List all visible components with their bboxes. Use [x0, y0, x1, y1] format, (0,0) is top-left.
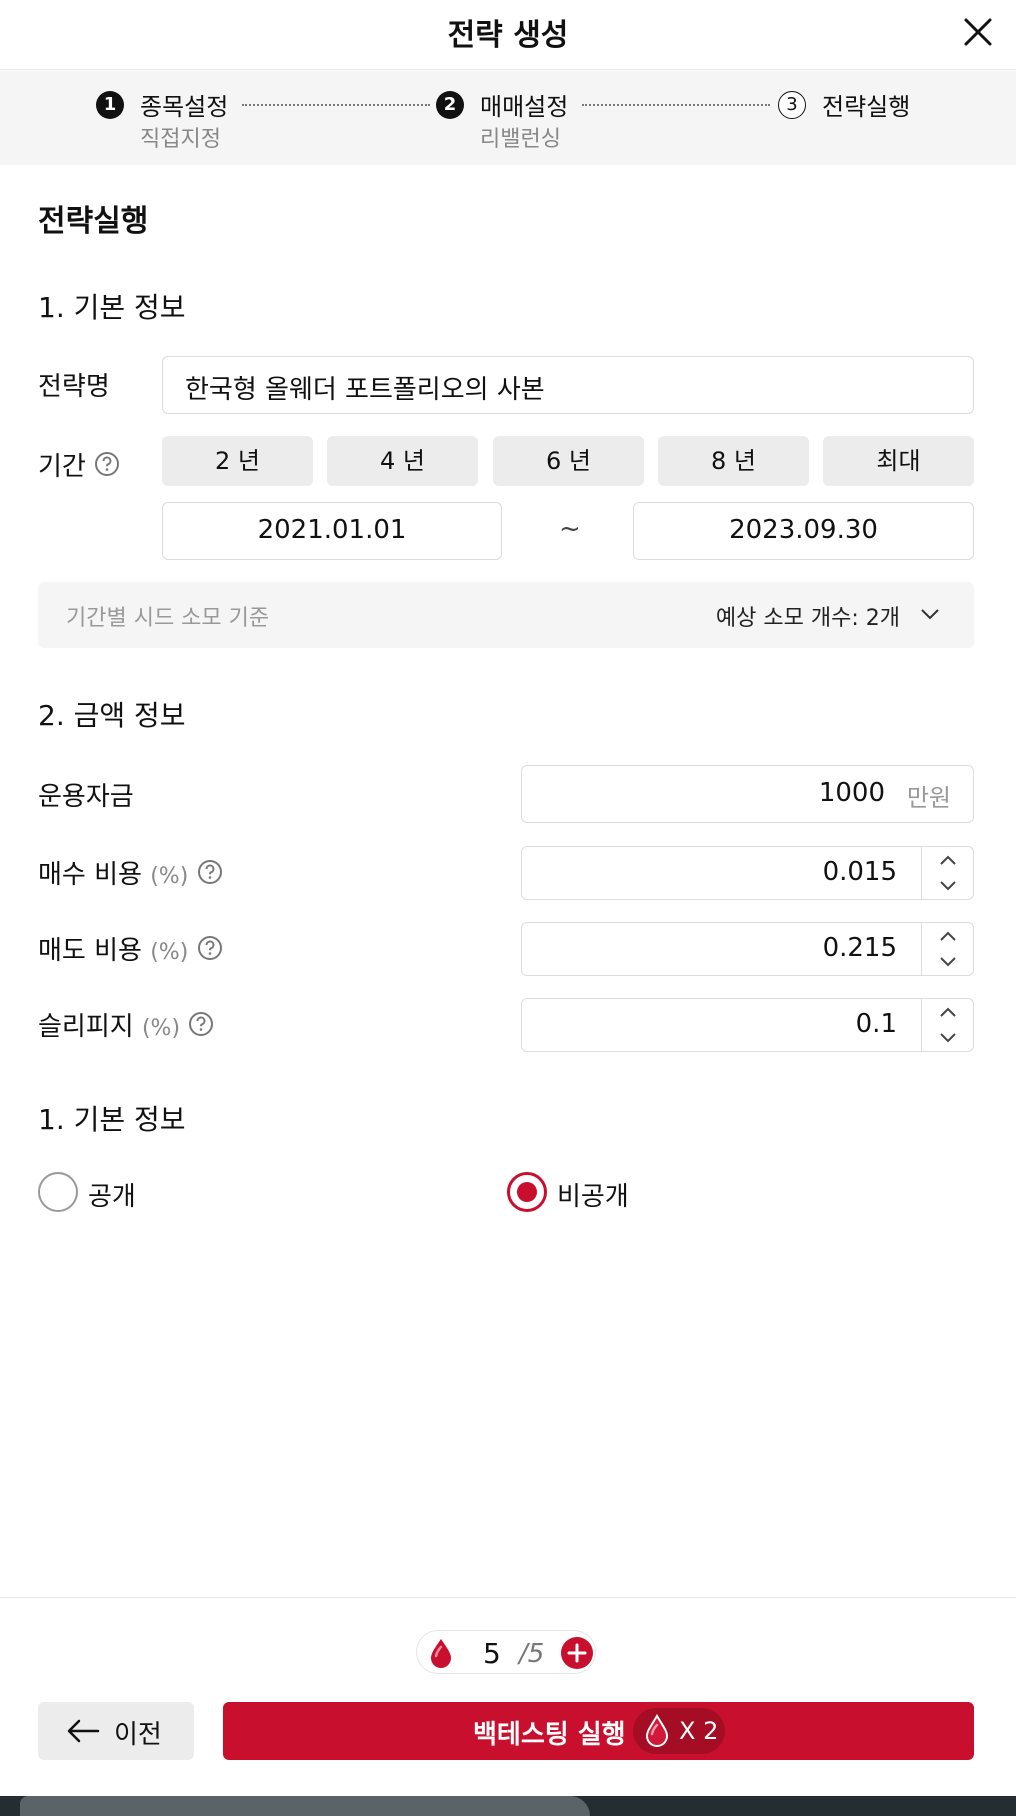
period-2y-button[interactable]: 2 년 — [162, 436, 313, 486]
percent-unit: (%) — [150, 864, 189, 889]
background-shape — [20, 1796, 590, 1816]
step-label: 매매설정 — [480, 93, 569, 121]
arrow-left-icon — [66, 1718, 100, 1748]
capital-unit: 만원 — [906, 784, 951, 812]
run-backtest-label: 백테스팅 실행 — [473, 1720, 626, 1750]
chevron-up-icon[interactable] — [922, 999, 974, 1025]
seed-criteria-label: 기간별 시드 소모 기준 — [66, 606, 270, 631]
chevron-down-icon — [920, 606, 940, 625]
help-icon[interactable] — [94, 451, 120, 484]
footer-divider — [0, 1597, 1016, 1598]
period-label: 기간 — [38, 452, 86, 482]
run-backtest-button[interactable]: 백테스팅 실행 X 2 — [223, 1702, 974, 1760]
seed-consumption-toggle[interactable]: 기간별 시드 소모 기준 예상 소모 개수: 2개 — [38, 582, 974, 648]
slippage-stepper — [921, 999, 973, 1051]
slippage-label: 슬리피지 — [38, 1012, 134, 1042]
step-sublabel: 직접지정 — [140, 127, 221, 152]
buy-cost-stepper — [921, 847, 973, 899]
chevron-down-icon[interactable] — [922, 1025, 974, 1051]
seed-count: 5 — [483, 1637, 501, 1670]
period-max-button[interactable]: 최대 — [823, 436, 974, 486]
help-icon[interactable] — [197, 859, 223, 892]
seed-counter: 5 /5 — [416, 1630, 596, 1674]
strategy-create-dialog: 전략 생성 1 종목설정 직접지정 2 매매설정 리밸런싱 3 전략실행 전략실… — [0, 0, 1016, 1796]
page-title: 전략실행 — [38, 204, 149, 239]
public-radio-label: 공개 — [88, 1182, 136, 1212]
help-icon[interactable] — [197, 935, 223, 968]
strategy-name-value: 한국형 올웨더 포트폴리오의 사본 — [185, 375, 545, 405]
sell-cost-label-group: 매도 비용 (%) — [38, 930, 223, 968]
chevron-down-icon[interactable] — [922, 873, 974, 899]
strategy-name-field[interactable]: 한국형 올웨더 포트폴리오의 사본 — [162, 356, 974, 414]
step-label: 전략실행 — [822, 93, 911, 121]
buy-cost-label: 매수 비용 — [38, 860, 142, 890]
radio-circle — [38, 1172, 78, 1212]
slippage-label-group: 슬리피지 (%) — [38, 1006, 214, 1044]
visibility-heading: 1. 기본 정보 — [38, 1103, 186, 1136]
strategy-name-label: 전략명 — [38, 372, 110, 402]
dialog-title: 전략 생성 — [447, 18, 569, 53]
percent-unit: (%) — [150, 940, 189, 965]
step-sublabel: 리밸런싱 — [480, 127, 561, 152]
buy-cost-value: 0.015 — [822, 857, 897, 887]
amount-info-heading: 2. 금액 정보 — [38, 699, 186, 732]
buy-cost-label-group: 매수 비용 (%) — [38, 854, 223, 892]
slippage-field[interactable]: 0.1 — [521, 998, 974, 1052]
dialog-header: 전략 생성 — [0, 0, 1016, 70]
percent-unit: (%) — [141, 1016, 181, 1041]
step-connector — [582, 104, 770, 106]
step-number: 3 — [778, 91, 806, 119]
end-date-field[interactable]: 2023.09.30 — [633, 502, 974, 560]
sell-cost-label: 매도 비용 — [38, 936, 142, 966]
buy-cost-field[interactable]: 0.015 — [521, 846, 974, 900]
step-connector — [242, 104, 430, 106]
run-cost-badge: X 2 — [633, 1708, 725, 1754]
capital-value: 1000 — [818, 778, 885, 808]
run-cost-multiplier: X 2 — [679, 1717, 719, 1745]
seed-drop-icon — [643, 1714, 671, 1752]
previous-button-label: 이전 — [114, 1720, 162, 1750]
background-strip — [0, 1796, 1016, 1816]
private-radio-label: 비공개 — [557, 1182, 629, 1212]
radio-circle-selected — [507, 1172, 547, 1212]
chevron-up-icon[interactable] — [922, 923, 974, 949]
period-4y-button[interactable]: 4 년 — [327, 436, 478, 486]
basic-info-heading: 1. 기본 정보 — [38, 291, 186, 324]
capital-field[interactable]: 1000 만원 — [521, 765, 974, 823]
close-icon[interactable] — [958, 12, 998, 52]
step-number: 2 — [436, 91, 464, 119]
start-date-field[interactable]: 2021.01.01 — [162, 502, 502, 560]
previous-button[interactable]: 이전 — [38, 1702, 194, 1760]
period-6y-button[interactable]: 6 년 — [493, 436, 644, 486]
chevron-down-icon[interactable] — [922, 949, 974, 975]
step-number: 1 — [96, 91, 124, 119]
capital-label: 운용자금 — [38, 782, 134, 812]
sell-cost-field[interactable]: 0.215 — [521, 922, 974, 976]
sell-cost-stepper — [921, 923, 973, 975]
add-seed-button[interactable] — [561, 1637, 593, 1669]
seed-estimate-text: 예상 소모 개수: 2개 — [715, 606, 900, 631]
period-label-group: 기간 — [38, 446, 120, 484]
progress-stepper: 1 종목설정 직접지정 2 매매설정 리밸런싱 3 전략실행 — [0, 71, 1016, 165]
chevron-up-icon[interactable] — [922, 847, 974, 873]
period-8y-button[interactable]: 8 년 — [658, 436, 809, 486]
slippage-value: 0.1 — [855, 1009, 897, 1039]
date-range-separator: ~ — [559, 514, 581, 544]
seed-drop-icon — [427, 1637, 455, 1673]
step-label: 종목설정 — [140, 93, 229, 121]
seed-total: /5 — [519, 1639, 545, 1669]
help-icon[interactable] — [188, 1011, 214, 1044]
sell-cost-value: 0.215 — [822, 933, 897, 963]
